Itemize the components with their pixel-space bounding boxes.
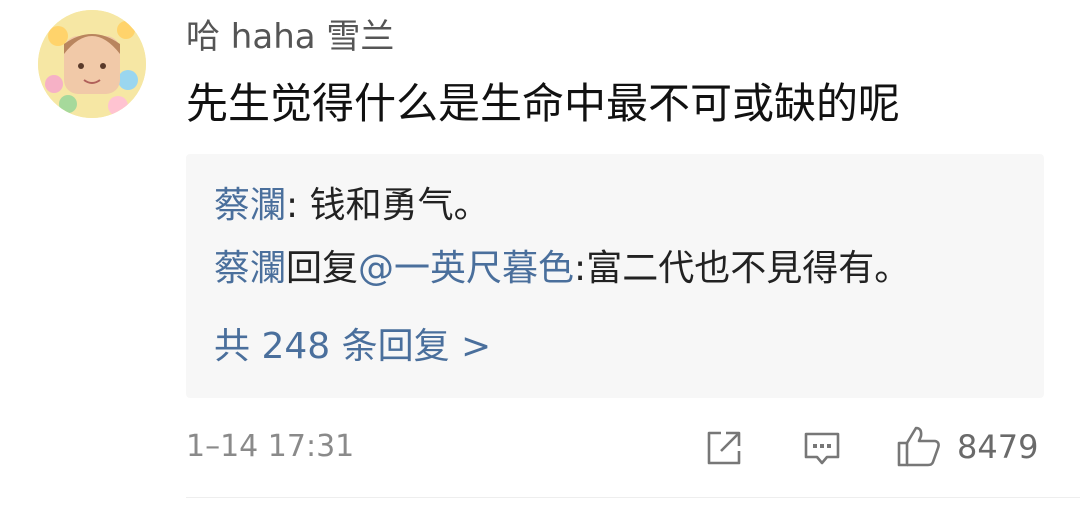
- reply-separator: :: [286, 185, 310, 226]
- reply-text: 富二代也不見得有。: [586, 248, 911, 289]
- reply-text: 钱和勇气。: [309, 185, 490, 226]
- username[interactable]: 哈 haha 雪兰: [186, 14, 394, 60]
- reply-author[interactable]: 蔡瀾: [214, 248, 286, 289]
- avatar-image: [38, 10, 146, 118]
- reply-item[interactable]: 蔡瀾回复@一英尺暮色:富二代也不見得有。: [214, 245, 910, 293]
- comment-text: 先生觉得什么是生命中最不可或缺的呢: [186, 79, 901, 128]
- avatar[interactable]: [38, 10, 146, 118]
- reply-item[interactable]: 蔡瀾: 钱和勇气。: [214, 182, 490, 230]
- more-replies-link[interactable]: 共 248 条回复 >: [214, 323, 491, 371]
- like-count: 8479: [957, 428, 1039, 466]
- comment-icon[interactable]: [802, 428, 842, 468]
- reply-preview-box[interactable]: 蔡瀾: 钱和勇气。 蔡瀾回复@一英尺暮色:富二代也不見得有。 共 248 条回复…: [186, 154, 1044, 398]
- comment-item: 哈 haha 雪兰 先生觉得什么是生命中最不可或缺的呢 蔡瀾: 钱和勇气。 蔡瀾…: [0, 0, 1080, 514]
- reply-verb: 回复: [286, 248, 359, 289]
- share-icon[interactable]: [704, 428, 744, 468]
- thumbs-up-icon[interactable]: [896, 424, 942, 468]
- reply-mention[interactable]: @一英尺暮色: [358, 248, 574, 289]
- divider: [186, 497, 1080, 498]
- reply-author[interactable]: 蔡瀾: [214, 185, 286, 226]
- reply-separator: :: [574, 248, 587, 289]
- comment-timestamp: 1–14 17:31: [186, 429, 355, 464]
